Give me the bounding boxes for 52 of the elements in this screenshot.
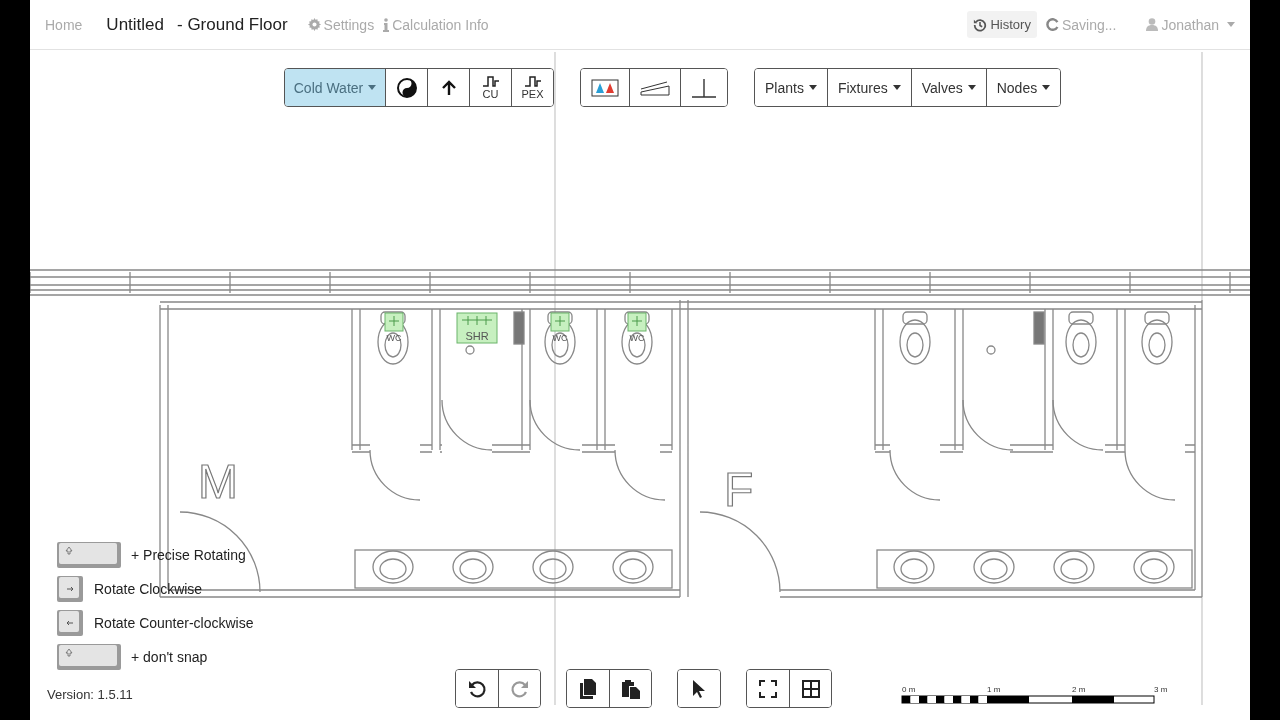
pointer-icon bbox=[692, 678, 706, 699]
tee-button[interactable] bbox=[680, 69, 727, 106]
triangles-icon bbox=[591, 78, 619, 97]
project-title: Untitled bbox=[106, 14, 164, 35]
shift-key-icon bbox=[57, 542, 121, 568]
shortcut-hint: + don't snap bbox=[131, 649, 208, 665]
scale-label: 0 m bbox=[902, 685, 916, 694]
shortcut-hint: Rotate Clockwise bbox=[94, 581, 203, 597]
caret-icon bbox=[1042, 85, 1051, 90]
caret-icon bbox=[967, 85, 976, 90]
expand-icon bbox=[759, 679, 777, 698]
history-icon bbox=[973, 17, 988, 32]
tee-icon bbox=[691, 77, 717, 98]
caret-icon bbox=[368, 85, 377, 90]
slope-icon bbox=[640, 79, 670, 96]
contrast-icon bbox=[396, 77, 417, 98]
system-dropdown[interactable]: Cold Water bbox=[285, 69, 385, 106]
fixture-marker[interactable]: SHR bbox=[456, 312, 498, 344]
paste-icon bbox=[621, 678, 640, 699]
pipe-bend-icon bbox=[482, 75, 499, 88]
scale-label: 3 m bbox=[1154, 685, 1168, 694]
user-icon bbox=[1146, 18, 1159, 31]
undo-icon bbox=[467, 678, 487, 699]
shortcut-hint: + Precise Rotating bbox=[131, 547, 246, 563]
paste-button[interactable] bbox=[609, 670, 651, 707]
redo-icon bbox=[509, 678, 530, 699]
select-tool-button[interactable] bbox=[678, 670, 720, 707]
scale-label: 2 m bbox=[1072, 685, 1086, 694]
spinner-icon bbox=[1045, 18, 1059, 31]
version-label: Version: 1.5.11 bbox=[47, 687, 133, 702]
caret-icon bbox=[892, 85, 901, 90]
info-icon bbox=[383, 17, 390, 32]
room-label: M bbox=[198, 455, 238, 508]
menu-dropdown[interactable]: Nodes bbox=[985, 69, 1061, 106]
pipe-material-button[interactable]: PEX bbox=[511, 69, 553, 106]
grid-button[interactable] bbox=[789, 670, 831, 707]
scale-label: 1 m bbox=[987, 685, 1001, 694]
shortcut-hint: Rotate Counter-clockwise bbox=[94, 615, 254, 631]
pipe-bend-icon bbox=[524, 75, 541, 88]
arrow-up-icon bbox=[441, 79, 456, 96]
room-label: F bbox=[724, 463, 754, 516]
floor-name: - Ground Floor bbox=[177, 14, 288, 35]
history-button[interactable]: History bbox=[967, 11, 1037, 38]
arrow-key-icon bbox=[57, 610, 83, 636]
shift-key-icon bbox=[57, 644, 121, 670]
copy-icon bbox=[579, 678, 597, 699]
caret-icon bbox=[1227, 22, 1235, 27]
grid-icon bbox=[801, 679, 820, 698]
arrow-key-icon bbox=[57, 576, 83, 602]
saving-status: Saving... bbox=[1045, 16, 1117, 33]
caret-icon bbox=[808, 85, 817, 90]
gear-icon bbox=[307, 18, 321, 31]
